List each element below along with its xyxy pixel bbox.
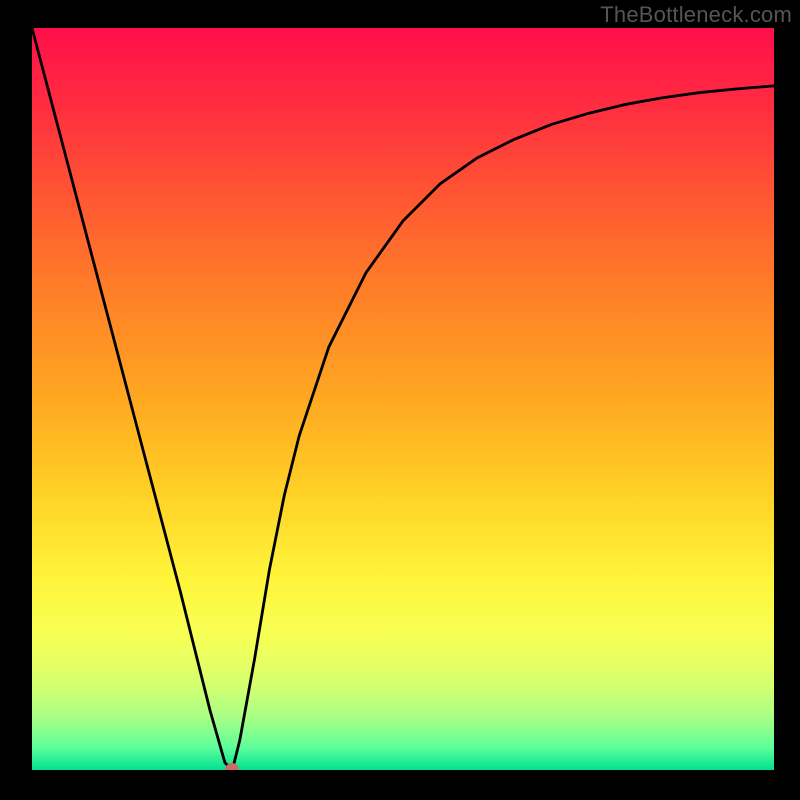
watermark-text: TheBottleneck.com (600, 2, 792, 28)
curve-line (32, 28, 774, 770)
minimum-marker-icon (225, 763, 239, 770)
chart-frame: TheBottleneck.com (0, 0, 800, 800)
plot-area (32, 28, 774, 770)
